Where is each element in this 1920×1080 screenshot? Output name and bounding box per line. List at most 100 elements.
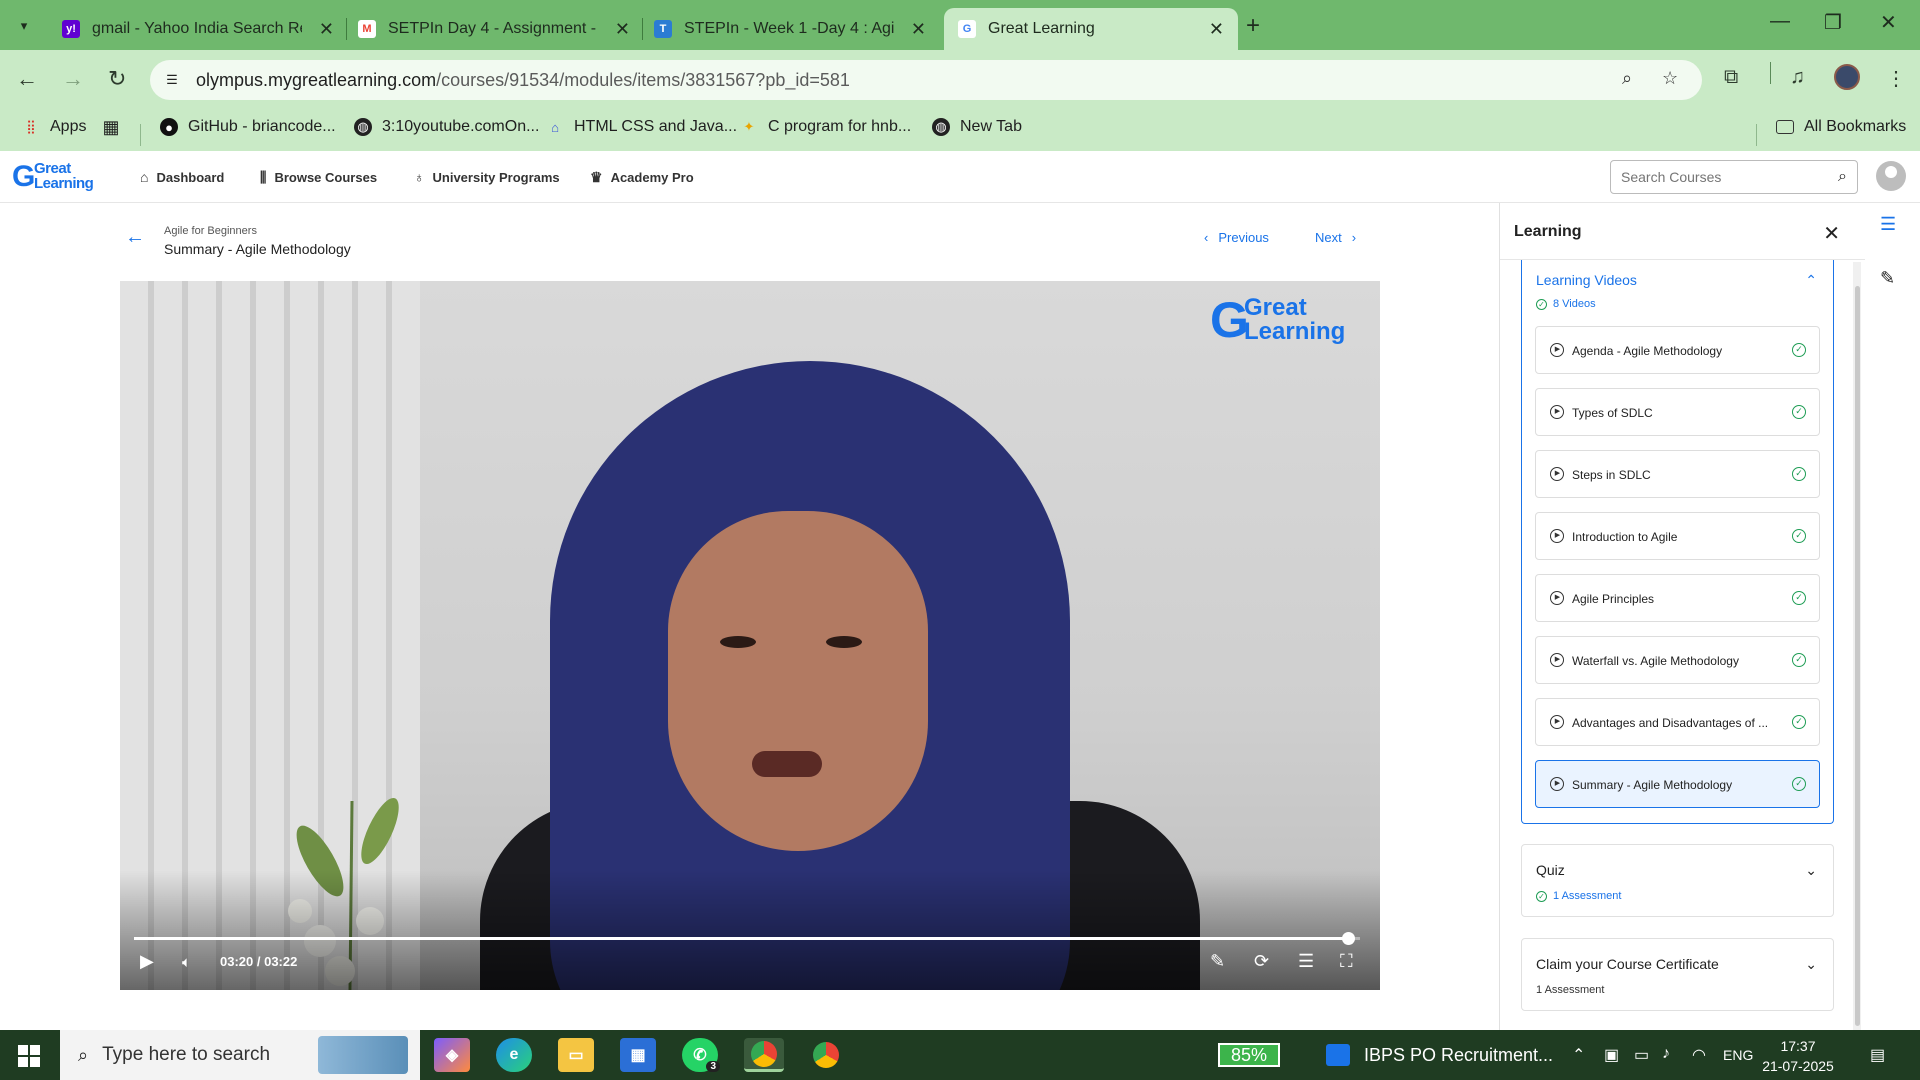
video-list-item[interactable]: ▶ Agenda - Agile Methodology ✓ xyxy=(1535,326,1820,374)
chrome-profile-icon[interactable] xyxy=(808,1038,844,1072)
nav-university-programs[interactable]: ♁ University Programs xyxy=(414,169,560,185)
chevron-up-icon[interactable]: ⌃ xyxy=(1572,1045,1585,1065)
play-icon[interactable]: ▶ xyxy=(140,951,154,972)
search-icon[interactable]: ⌕ xyxy=(1838,168,1847,186)
edge-icon[interactable]: e xyxy=(496,1038,532,1072)
settings-sliders-icon[interactable]: ☰ xyxy=(1298,951,1314,972)
url-text[interactable]: olympus.mygreatlearning.com/courses/9153… xyxy=(196,70,850,91)
address-bar[interactable]: ☰ olympus.mygreatlearning.com/courses/91… xyxy=(150,60,1702,100)
progress-handle[interactable] xyxy=(1341,932,1355,945)
bookmark-github[interactable]: ● GitHub - briancode... xyxy=(160,118,336,136)
browser-tab-yahoo[interactable]: y! gmail - Yahoo India Search Resu ✕ xyxy=(48,8,348,50)
controls-gradient xyxy=(120,870,1380,990)
section-title[interactable]: Learning Videos xyxy=(1536,272,1637,288)
notes-icon[interactable]: ✎ xyxy=(1210,951,1225,972)
browser-tab-great-learning[interactable]: G Great Learning ✕ xyxy=(944,8,1238,50)
battery-icon[interactable]: ▭ xyxy=(1634,1045,1649,1065)
bookmark-star-icon[interactable]: ☆ xyxy=(1662,68,1678,89)
play-circle-icon: ▶ xyxy=(1550,653,1564,667)
close-tab-icon[interactable]: ✕ xyxy=(615,19,630,40)
nav-academy-pro[interactable]: ♛ Academy Pro xyxy=(590,169,694,186)
video-list-item[interactable]: ▶ Types of SDLC ✓ xyxy=(1535,388,1820,436)
video-progress-bar[interactable] xyxy=(134,932,1360,945)
forward-icon[interactable]: → xyxy=(62,66,84,92)
browser-tab-gmail[interactable]: M SETPIn Day 4 - Assignment - m ✕ xyxy=(344,8,644,50)
windows-start-icon[interactable] xyxy=(18,1045,40,1067)
file-explorer-icon[interactable]: ▭ xyxy=(558,1038,594,1072)
tab-groups-icon[interactable]: ▦ xyxy=(102,117,130,137)
section-certificate[interactable]: Claim your Course Certificate ⌄ 1 Assess… xyxy=(1521,938,1834,1011)
edit-notes-icon[interactable]: ✎ xyxy=(1880,268,1895,289)
news-app-icon[interactable] xyxy=(1326,1044,1350,1066)
section-quiz[interactable]: Quiz ⌄ ✓ 1 Assessment xyxy=(1521,844,1834,917)
all-bookmarks[interactable]: All Bookmarks xyxy=(1776,118,1906,136)
presenter-mouth xyxy=(752,751,822,777)
breadcrumb[interactable]: Agile for Beginners xyxy=(164,225,257,237)
back-icon[interactable]: ← xyxy=(16,66,38,92)
chevron-down-icon[interactable]: ⌄ xyxy=(1805,862,1817,879)
restore-icon[interactable]: ❐ xyxy=(1824,10,1842,35)
nav-browse-courses[interactable]: ⫼ Browse Courses xyxy=(260,169,377,186)
close-tab-icon[interactable]: ✕ xyxy=(319,19,334,40)
media-control-icon[interactable]: ♫ xyxy=(1790,66,1805,89)
video-list-item[interactable]: ▶ Advantages and Disadvantages of ... ✓ xyxy=(1535,698,1820,746)
wifi-icon[interactable]: ◠ xyxy=(1692,1045,1706,1065)
copilot-icon[interactable]: ◈ xyxy=(434,1038,470,1072)
bookmark-youtube[interactable]: ◍ 3:10youtube.comOn... xyxy=(354,118,539,136)
bookmark-new-tab[interactable]: ◍ New Tab xyxy=(932,118,1022,136)
video-list-item[interactable]: ▶ Summary - Agile Methodology ✓ xyxy=(1535,760,1820,808)
profile-avatar[interactable] xyxy=(1834,64,1860,90)
whatsapp-icon[interactable]: ✆ 3 xyxy=(682,1038,720,1072)
meet-now-icon[interactable]: ▣ xyxy=(1604,1045,1619,1065)
nav-dashboard[interactable]: ⌂ Dashboard xyxy=(140,169,224,185)
zoom-icon[interactable]: ⌕ xyxy=(1622,68,1632,89)
close-window-icon[interactable]: ✕ xyxy=(1880,10,1897,35)
next-button[interactable]: Next › xyxy=(1315,230,1356,245)
search-input[interactable] xyxy=(1621,162,1821,192)
store-icon[interactable]: ▦ xyxy=(620,1038,656,1072)
video-list-item[interactable]: ▶ Waterfall vs. Agile Methodology ✓ xyxy=(1535,636,1820,684)
scrollbar-thumb[interactable] xyxy=(1855,286,1860,1026)
video-list-item[interactable]: ▶ Steps in SDLC ✓ xyxy=(1535,450,1820,498)
back-arrow-icon[interactable]: ← xyxy=(125,226,145,249)
close-icon[interactable]: ✕ xyxy=(1823,221,1840,246)
minimize-icon[interactable]: — xyxy=(1770,10,1790,33)
chevron-down-icon[interactable]: ⌄ xyxy=(1805,956,1817,973)
taskbar-search[interactable]: ⌕ Type here to search xyxy=(60,1030,420,1080)
extensions-icon[interactable]: ⧉ xyxy=(1724,66,1738,89)
browser-tab-teams[interactable]: T STEPIn - Week 1 -Day 4 : Agile ✕ xyxy=(640,8,940,50)
volume-icon[interactable]: 🔈︎ xyxy=(182,954,191,971)
speaker-icon[interactable]: ♪ xyxy=(1662,1045,1670,1063)
previous-button[interactable]: ‹ Previous xyxy=(1204,230,1269,245)
new-tab-icon[interactable]: + xyxy=(1246,12,1260,40)
bulb-icon: ✦ xyxy=(743,119,755,134)
play-circle-icon: ▶ xyxy=(1550,591,1564,605)
chevron-up-icon[interactable]: ⌃ xyxy=(1805,272,1817,289)
user-avatar[interactable] xyxy=(1876,161,1906,191)
notification-center-icon[interactable]: ▤ xyxy=(1870,1045,1885,1065)
list-icon[interactable]: ☰ xyxy=(1880,214,1896,235)
close-tab-icon[interactable]: ✕ xyxy=(1209,19,1224,40)
system-clock[interactable]: 17:37 21-07-2025 xyxy=(1753,1036,1843,1076)
home-icon: ⌂ xyxy=(140,169,149,185)
tab-search-chevron-icon[interactable]: ▾ xyxy=(10,12,38,40)
site-info-icon[interactable]: ☰ xyxy=(160,68,184,92)
close-tab-icon[interactable]: ✕ xyxy=(911,19,926,40)
reload-icon[interactable]: ↻ xyxy=(108,66,126,92)
fullscreen-icon[interactable]: ⛶ xyxy=(1340,951,1353,972)
course-search[interactable]: ⌕ xyxy=(1610,160,1858,194)
chrome-icon[interactable] xyxy=(744,1038,784,1072)
battery-indicator[interactable]: 85% xyxy=(1218,1043,1280,1067)
language-indicator[interactable]: ENG xyxy=(1723,1047,1753,1063)
bookmark-c-program[interactable]: ✦ C program for hnb... xyxy=(740,118,912,136)
bookmark-apps[interactable]: ⣿ Apps xyxy=(22,118,86,136)
video-list-item[interactable]: ▶ Introduction to Agile ✓ xyxy=(1535,512,1820,560)
section-subtitle: ✓ 8 Videos xyxy=(1536,298,1596,310)
notification-text[interactable]: IBPS PO Recruitment... xyxy=(1364,1045,1553,1066)
browser-menu-icon[interactable]: ⋮ xyxy=(1886,66,1906,91)
playback-speed-icon[interactable]: ⟳ xyxy=(1254,951,1269,972)
play-circle-icon: ▶ xyxy=(1550,715,1564,729)
bookmark-html-css[interactable]: ⌂ HTML CSS and Java... xyxy=(546,118,737,136)
video-player[interactable]: G Great Learning ▶ 🔈︎ 03:20 / 03:22 ✎ ⟳ … xyxy=(120,281,1380,990)
video-list-item[interactable]: ▶ Agile Principles ✓ xyxy=(1535,574,1820,622)
